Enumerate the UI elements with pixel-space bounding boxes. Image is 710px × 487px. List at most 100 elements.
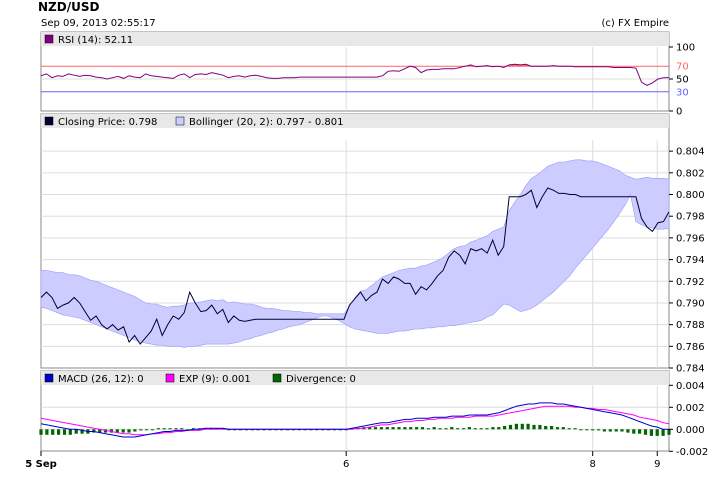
x-tick-label: 9 <box>654 459 660 470</box>
y-tick-label: 0.790 <box>676 298 705 309</box>
divergence-bar <box>180 428 184 430</box>
macd-y-axis: -0.002 0.000 0.002 0.004 <box>669 381 708 458</box>
rsi-legend-label: RSI (14): 52.11 <box>58 35 133 46</box>
divergence-bar <box>597 429 601 431</box>
divergence-bar <box>373 427 378 430</box>
y-tick-label: 100 <box>676 43 695 54</box>
chart-timestamp: Sep 09, 2013 02:55:17 <box>41 18 156 29</box>
rsi-panel: RSI (14): 52.11 0 50 100 70 30 <box>40 31 695 118</box>
y-tick-label: 0.804 <box>676 147 705 158</box>
divergence-bar <box>544 426 548 430</box>
y-tick-label: 0.798 <box>676 212 705 223</box>
divergence-bar <box>415 427 419 430</box>
y-tick-label: 0.794 <box>676 255 705 266</box>
divergence-bar <box>555 427 560 430</box>
divergence-bar <box>532 424 536 430</box>
divergence-bar <box>491 427 495 430</box>
divergence-bar <box>508 424 513 430</box>
divergence-bar <box>655 429 659 436</box>
nzdusd-chart: NZD/USD Sep 09, 2013 02:55:17 (c) FX Emp… <box>25 0 708 470</box>
x-axis: 5 Sep 6 8 9 <box>25 451 660 470</box>
chart-credit: (c) FX Empire <box>602 18 670 29</box>
chart-symbol: NZD/USD <box>38 0 99 14</box>
divergence-legend-swatch <box>272 373 282 383</box>
divergence-bar <box>150 429 155 431</box>
divergence-legend-label: Divergence: 0 <box>286 374 356 385</box>
divergence-bar <box>57 429 61 435</box>
reference-level-label: 30 <box>676 87 689 98</box>
divergence-bar <box>626 429 630 433</box>
macd-legend-swatch <box>44 373 54 383</box>
divergence-bar <box>162 428 166 430</box>
divergence-bar <box>561 427 565 430</box>
divergence-bar <box>649 429 653 436</box>
divergence-bar <box>168 428 172 430</box>
y-tick-label: 0.784 <box>676 364 705 375</box>
divergence-bar <box>139 429 143 431</box>
divergence-bar <box>39 429 43 435</box>
close-legend-label: Closing Price: 0.798 <box>58 117 157 128</box>
divergence-bar <box>473 428 477 430</box>
divergence-bar <box>121 429 125 433</box>
rsi-legend-swatch <box>44 34 54 44</box>
y-tick-label: 0.788 <box>676 320 705 331</box>
divergence-bar <box>591 429 595 431</box>
divergence-bar <box>450 427 454 430</box>
y-tick-label: 0.800 <box>676 190 705 201</box>
divergence-bar <box>145 429 149 431</box>
divergence-bar <box>602 429 606 432</box>
divergence-bar <box>174 428 178 430</box>
divergence-bar <box>614 429 618 432</box>
divergence-bar <box>520 423 524 430</box>
divergence-bar <box>432 427 436 430</box>
y-tick-label: 50 <box>676 75 689 86</box>
divergence-bar <box>497 427 501 430</box>
y-tick-label: 0.796 <box>676 233 705 244</box>
x-tick-label: 5 Sep <box>25 459 57 470</box>
bollinger-legend-label: Bollinger (20, 2): 0.797 - 0.801 <box>189 117 343 128</box>
exp-legend-swatch <box>165 373 175 383</box>
divergence-bar <box>385 427 389 430</box>
y-tick-label: 0.004 <box>676 381 705 392</box>
bollinger-legend-swatch <box>175 116 185 126</box>
divergence-bar <box>503 426 507 430</box>
divergence-bar <box>379 427 383 430</box>
y-tick-label: 0.792 <box>676 277 705 288</box>
divergence-bar <box>438 428 442 430</box>
divergence-bar <box>661 429 665 436</box>
y-tick-label: 0.802 <box>676 168 705 179</box>
reference-level-label: 70 <box>676 62 689 73</box>
divergence-bar <box>643 429 648 435</box>
y-tick-label: 0.000 <box>676 425 705 436</box>
divergence-bar <box>526 423 530 430</box>
divergence-bar <box>444 428 448 430</box>
divergence-bar <box>426 428 430 430</box>
divergence-bar <box>479 428 483 430</box>
divergence-bar <box>68 429 72 435</box>
y-tick-label: 0.002 <box>676 403 705 414</box>
divergence-bar <box>632 429 636 434</box>
exp-legend-label: EXP (9): 0.001 <box>179 374 251 385</box>
divergence-bar <box>638 429 642 434</box>
divergence-bar <box>608 429 612 432</box>
macd-panel: MACD (26, 12): 0 EXP (9): 0.001 Divergen… <box>39 370 708 458</box>
divergence-bar <box>45 429 49 435</box>
price-panel: Closing Price: 0.798 Bollinger (20, 2): … <box>40 113 705 375</box>
divergence-bar <box>538 424 542 430</box>
divergence-bar <box>409 427 413 430</box>
divergence-bar <box>127 429 131 433</box>
close-legend-swatch <box>44 116 54 126</box>
divergence-bar <box>667 429 671 435</box>
divergence-bar <box>585 429 589 431</box>
divergence-bar <box>462 428 466 430</box>
y-tick-label: -0.002 <box>676 447 708 458</box>
divergence-bar <box>397 427 401 430</box>
divergence-bar <box>567 428 571 430</box>
divergence-bar <box>467 427 471 430</box>
divergence-bar <box>156 428 160 430</box>
divergence-bar <box>579 429 583 431</box>
y-tick-label: 0 <box>676 107 682 118</box>
divergence-bar <box>485 428 489 430</box>
divergence-bar <box>573 428 577 430</box>
divergence-bar <box>420 427 425 430</box>
